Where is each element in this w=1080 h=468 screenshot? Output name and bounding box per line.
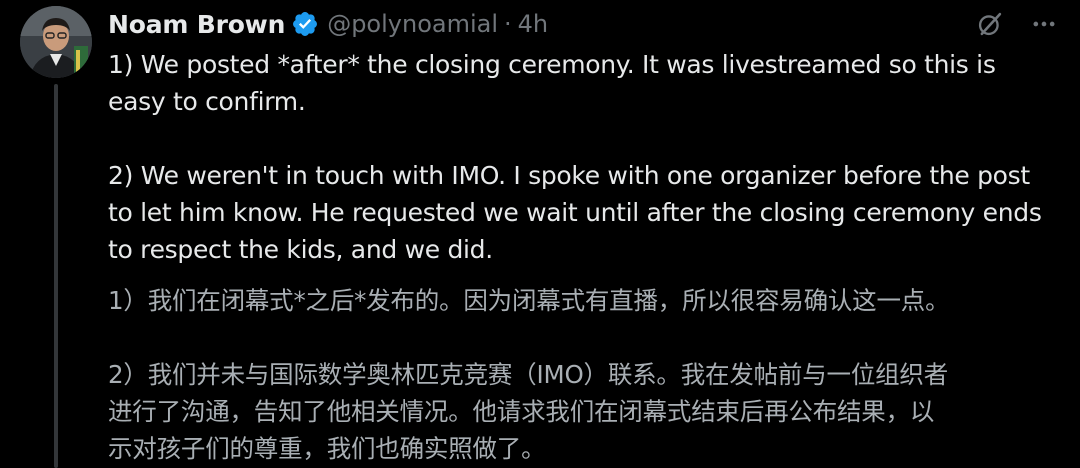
translation-line: 2）我们并未与国际数学奥林匹克竞赛（IMO）联系。我在发帖前与一位组织者 — [108, 360, 949, 389]
timestamp[interactable]: 4h — [518, 10, 548, 38]
avatar[interactable] — [20, 6, 92, 78]
translation-line: 1）我们在闭幕式*之后*发布的。因为闭幕式有直播，所以很容易确认这一点。 — [108, 286, 950, 315]
verified-badge-icon[interactable] — [291, 10, 319, 38]
separator-dot: · — [504, 10, 512, 38]
tweet-line: 1) We posted *after* the closing ceremon… — [108, 50, 996, 79]
tweet-text: 1) We posted *after* the closing ceremon… — [108, 46, 1068, 268]
tweet-line: easy to confirm. — [108, 87, 306, 116]
author-name[interactable]: Noam Brown — [108, 10, 285, 39]
tweet-header: Noam Brown @polynoamial · 4h — [108, 6, 548, 42]
translation-line: 进行了沟通，告知了他相关情况。他请求我们在闭幕式结束后再公布结果，以 — [108, 397, 935, 426]
thread-connector-line — [54, 84, 58, 468]
translation-line: 示对孩子们的尊重，我们也确实照做了。 — [108, 434, 546, 463]
tweet-line: to let him know. He requested we wait un… — [108, 198, 1042, 227]
tweet-line: 2) We weren't in touch with IMO. I spoke… — [108, 161, 1030, 190]
header-actions — [976, 6, 1058, 42]
grok-icon[interactable] — [976, 10, 1004, 38]
avatar-image — [20, 6, 92, 78]
more-icon[interactable] — [1030, 10, 1058, 38]
author-handle[interactable]: @polynoamial — [327, 10, 498, 38]
translated-text: 1）我们在闭幕式*之后*发布的。因为闭幕式有直播，所以很容易确认这一点。 2）我… — [108, 282, 1068, 467]
tweet-line: to respect the kids, and we did. — [108, 235, 493, 264]
